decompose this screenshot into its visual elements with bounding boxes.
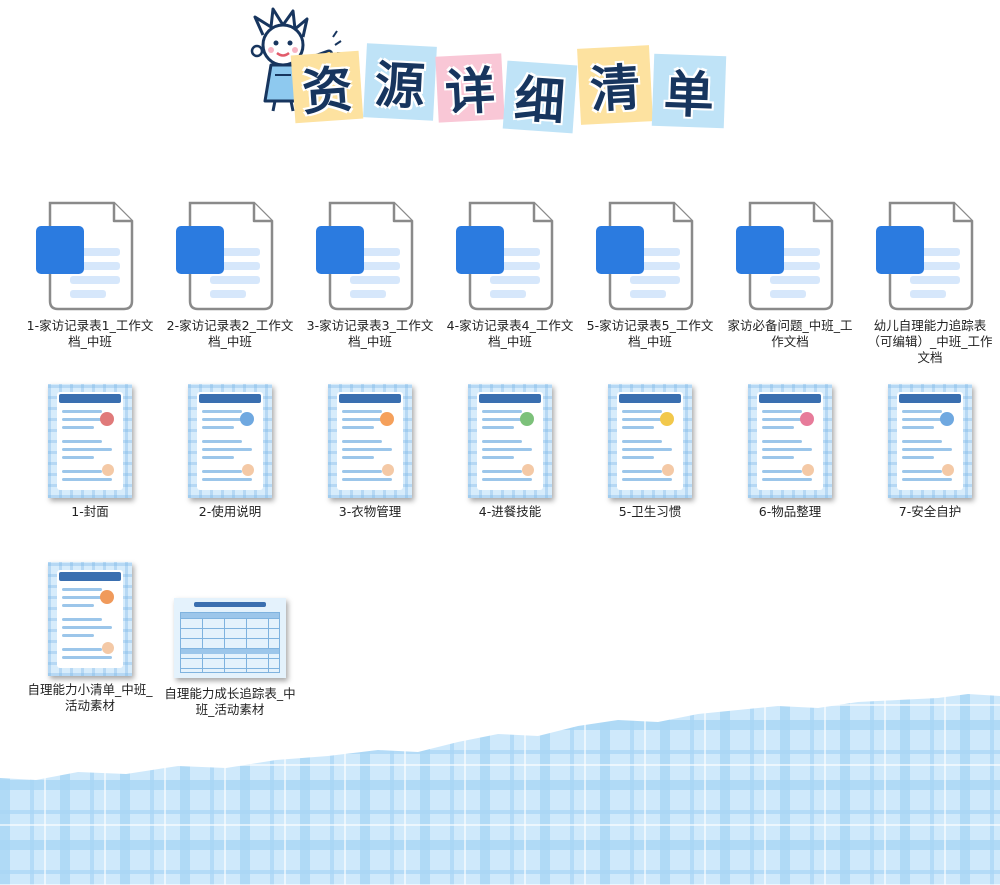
image-thumbnail — [48, 562, 132, 676]
word-document-icon — [316, 201, 414, 311]
file-name-label: 6-物品整理 — [758, 504, 822, 519]
file-item[interactable]: 6-物品整理 — [720, 384, 860, 520]
file-item[interactable]: 自理能力小清单_中班_活动素材 — [20, 562, 160, 714]
file-item[interactable]: 1-封面 — [20, 384, 160, 520]
file-name-label: 4-家访记录表4_工作文档_中班 — [446, 318, 574, 349]
image-thumbnail — [608, 384, 692, 498]
word-document-icon — [456, 201, 554, 311]
title-char: 清 — [588, 58, 642, 120]
file-name-label: 3-衣物管理 — [338, 504, 402, 519]
title-banner: 资源详细清单 — [245, 5, 765, 155]
file-item[interactable]: 5-家访记录表5_工作文档_中班 — [580, 200, 720, 350]
image-thumbnail — [48, 384, 132, 498]
image-thumbnail — [888, 384, 972, 498]
file-item[interactable]: 3-衣物管理 — [300, 384, 440, 520]
word-document-icon — [36, 201, 134, 311]
word-document-icon — [736, 201, 834, 311]
title-char: 源 — [373, 55, 427, 117]
title-tile: 清 — [577, 45, 653, 125]
file-name-label: 5-家访记录表5_工作文档_中班 — [586, 318, 714, 349]
image-thumbnail — [328, 384, 412, 498]
word-document-icon — [596, 201, 694, 311]
word-document-icon — [176, 201, 274, 311]
title-char: 详 — [443, 61, 497, 123]
title-char: 单 — [662, 65, 715, 125]
file-item[interactable]: 5-卫生习惯 — [580, 384, 720, 520]
file-name-label: 自理能力小清单_中班_活动素材 — [27, 682, 153, 713]
file-item[interactable]: 4-进餐技能 — [440, 384, 580, 520]
file-item[interactable]: 家访必备问题_中班_工作文档 — [720, 200, 860, 350]
file-item[interactable]: 2-使用说明 — [160, 384, 300, 520]
file-item[interactable]: 7-安全自护 — [860, 384, 1000, 520]
file-name-label: 家访必备问题_中班_工作文档 — [727, 318, 853, 349]
file-name-label: 5-卫生习惯 — [618, 504, 682, 519]
title-tiles: 资源详细清单 — [290, 43, 763, 155]
file-item[interactable]: 幼儿自理能力追踪表（可编辑）_中班_工作文档 — [860, 200, 1000, 366]
title-char: 细 — [512, 70, 567, 132]
file-name-label: 自理能力成长追踪表_中班_活动素材 — [164, 686, 296, 717]
file-item[interactable]: 3-家访记录表3_工作文档_中班 — [300, 200, 440, 350]
file-item[interactable]: 自理能力成长追踪表_中班_活动素材 — [160, 598, 300, 718]
file-name-label: 1-家访记录表1_工作文档_中班 — [26, 318, 154, 349]
file-item[interactable]: 1-家访记录表1_工作文档_中班 — [20, 200, 160, 350]
file-name-label: 4-进餐技能 — [478, 504, 542, 519]
file-name-label: 1-封面 — [71, 504, 109, 519]
image-thumbnail — [748, 384, 832, 498]
title-tile: 源 — [363, 43, 437, 121]
file-name-label: 2-使用说明 — [198, 504, 262, 519]
title-tile: 细 — [502, 60, 578, 134]
title-tile: 单 — [651, 53, 727, 129]
title-char: 资 — [300, 60, 355, 122]
word-document-icon — [876, 201, 974, 311]
file-name-label: 3-家访记录表3_工作文档_中班 — [306, 318, 434, 349]
title-tile: 资 — [290, 50, 364, 124]
file-item[interactable]: 2-家访记录表2_工作文档_中班 — [160, 200, 300, 350]
file-name-label: 7-安全自护 — [898, 504, 962, 519]
title-tile: 详 — [435, 53, 505, 123]
image-thumbnail — [188, 384, 272, 498]
image-thumbnail — [468, 384, 552, 498]
file-name-label: 幼儿自理能力追踪表（可编辑）_中班_工作文档 — [867, 318, 993, 365]
image-thumbnail — [174, 598, 286, 678]
file-item[interactable]: 4-家访记录表4_工作文档_中班 — [440, 200, 580, 350]
file-name-label: 2-家访记录表2_工作文档_中班 — [166, 318, 294, 349]
